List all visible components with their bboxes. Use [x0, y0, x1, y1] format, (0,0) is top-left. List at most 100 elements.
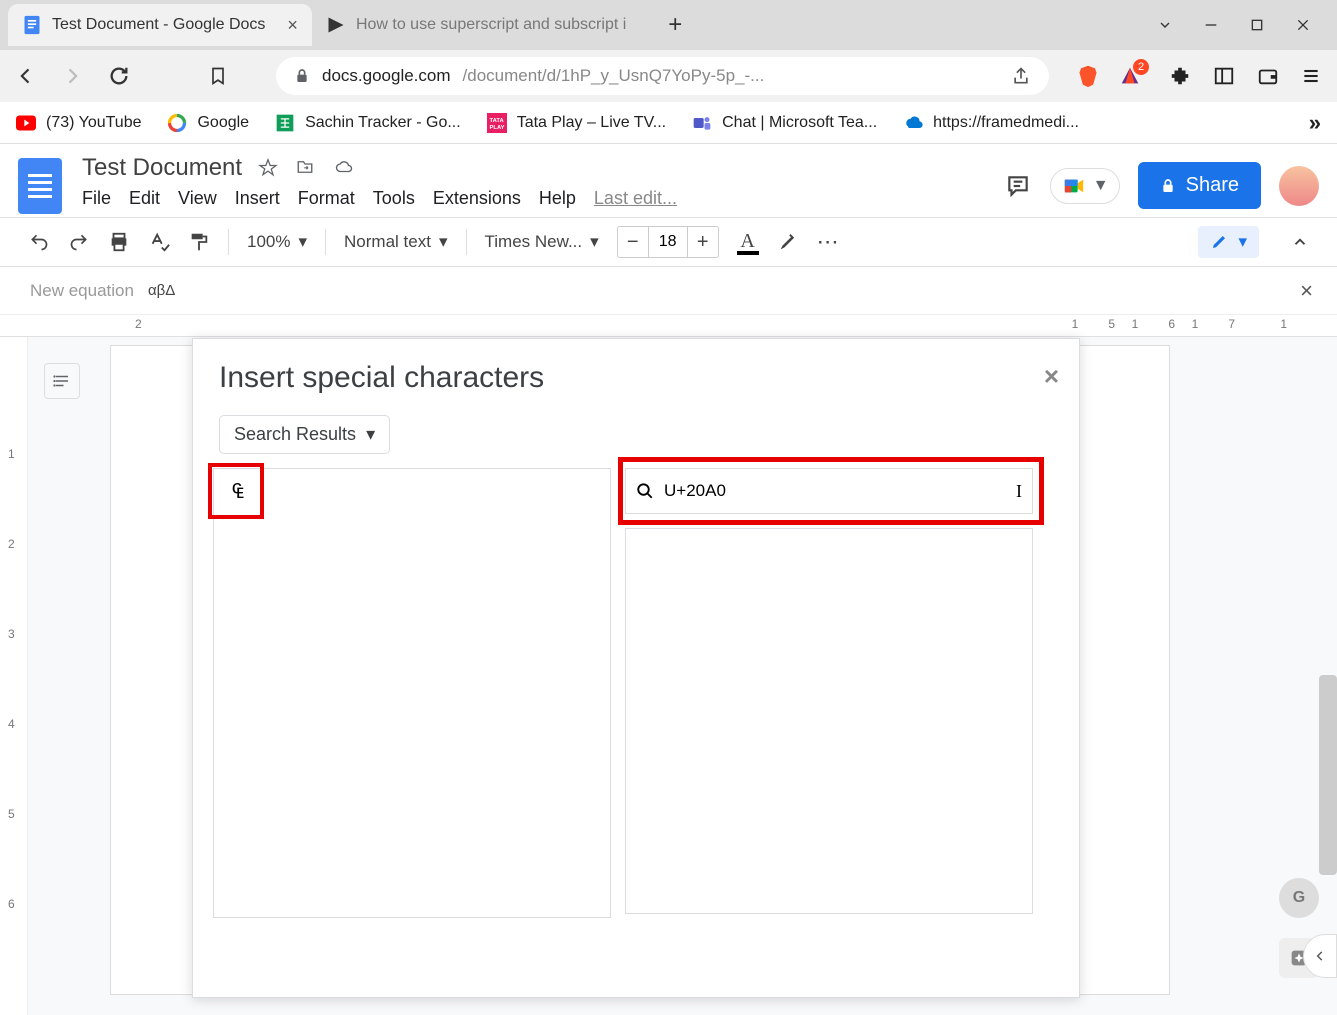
character-results-grid: ₠: [213, 468, 611, 918]
tataplay-icon: TATAPLAY: [487, 113, 507, 133]
tab-close-icon[interactable]: ×: [287, 15, 298, 36]
draw-character-box[interactable]: [625, 528, 1033, 914]
print-icon[interactable]: [108, 231, 130, 253]
docs-title-block: Test Document File Edit View Insert Form…: [82, 154, 677, 217]
undo-icon[interactable]: [28, 232, 50, 252]
maximize-icon[interactable]: [1249, 17, 1265, 33]
editing-mode-button[interactable]: ▾: [1198, 226, 1259, 258]
back-icon[interactable]: [16, 66, 36, 86]
dialog-title: Insert special characters: [193, 339, 1079, 409]
tab-active[interactable]: Test Document - Google Docs ×: [8, 4, 312, 46]
menu-tools[interactable]: Tools: [373, 188, 415, 209]
scrollbar[interactable]: [1319, 675, 1337, 875]
bookmark-teams[interactable]: Chat | Microsoft Tea...: [692, 113, 877, 133]
new-tab-button[interactable]: +: [658, 11, 692, 39]
brave-rewards-icon[interactable]: 2: [1119, 65, 1141, 87]
grammarly-icon[interactable]: G: [1279, 878, 1319, 918]
vertical-ruler[interactable]: 1 2 3 4 5 6: [0, 337, 28, 1015]
brave-shield-icon[interactable]: [1077, 64, 1099, 88]
highlight-color-icon[interactable]: [777, 231, 799, 253]
search-field-wrapper: I: [625, 468, 1033, 514]
move-icon[interactable]: [294, 158, 316, 178]
google-icon: [167, 113, 187, 133]
bookmark-youtube[interactable]: (73) YouTube: [16, 113, 141, 133]
document-title[interactable]: Test Document: [82, 154, 242, 182]
comments-history-icon[interactable]: [1004, 173, 1032, 199]
bookmark-onedrive[interactable]: https://framedmedi...: [903, 113, 1079, 133]
bookmark-tataplay[interactable]: TATAPLAY Tata Play – Live TV...: [487, 113, 666, 133]
increase-font-button[interactable]: +: [688, 227, 718, 257]
horizontal-ruler[interactable]: 2 15 16 17 1: [0, 315, 1337, 337]
menu-file[interactable]: File: [82, 188, 111, 209]
chevron-down-icon: ▾: [1238, 232, 1247, 252]
url-path: /document/d/1hP_y_UsnQ7YoPy-5p_-...: [463, 66, 765, 86]
collapse-toolbar-icon[interactable]: [1291, 233, 1309, 251]
menu-insert[interactable]: Insert: [235, 188, 280, 209]
category-dropdown[interactable]: Search Results ▾: [219, 415, 390, 454]
extensions-icon[interactable]: [1169, 65, 1191, 87]
lock-icon: [1160, 177, 1176, 195]
bookmark-google[interactable]: Google: [167, 113, 249, 133]
meet-button[interactable]: ▼: [1050, 168, 1120, 204]
url-bar[interactable]: docs.google.com/document/d/1hP_y_UsnQ7Yo…: [276, 57, 1049, 95]
close-dialog-icon[interactable]: ×: [1044, 361, 1059, 392]
bookmark-label: Chat | Microsoft Tea...: [722, 114, 877, 132]
bookmark-label: Google: [197, 114, 249, 132]
share-button[interactable]: Share: [1138, 162, 1261, 209]
cloud-status-icon[interactable]: [332, 158, 356, 178]
new-equation-label[interactable]: New equation: [30, 281, 134, 301]
paragraph-style-dropdown[interactable]: Normal text▾: [344, 232, 447, 252]
zoom-value: 100%: [247, 232, 290, 252]
sidebar-icon[interactable]: [1213, 65, 1235, 87]
redo-icon[interactable]: [68, 232, 90, 252]
close-equation-bar-icon[interactable]: ×: [1300, 278, 1313, 304]
menu-edit[interactable]: Edit: [129, 188, 160, 209]
font-dropdown[interactable]: Times New...▾: [485, 232, 599, 252]
bookmark-label: Tata Play – Live TV...: [517, 114, 666, 132]
badge-count: 2: [1133, 59, 1149, 75]
tab-search-icon[interactable]: [1157, 17, 1173, 33]
bookmarks-overflow-icon[interactable]: »: [1309, 110, 1321, 136]
reload-icon[interactable]: [108, 65, 130, 87]
docs-logo-icon[interactable]: [18, 158, 62, 214]
menu-icon[interactable]: [1301, 66, 1321, 86]
svg-text:PLAY: PLAY: [489, 124, 504, 130]
menu-extensions[interactable]: Extensions: [433, 188, 521, 209]
minimize-icon[interactable]: [1203, 17, 1219, 33]
equation-symbols[interactable]: αβΔ: [148, 282, 175, 299]
docs-toolbar: 100% ▾ Normal text▾ Times New...▾ − + A ⋯…: [0, 217, 1337, 267]
url-host: docs.google.com: [322, 66, 451, 86]
text-color-button[interactable]: A: [737, 230, 759, 255]
menu-format[interactable]: Format: [298, 188, 355, 209]
bookmark-sheets[interactable]: Sachin Tracker - Go...: [275, 113, 461, 133]
close-window-icon[interactable]: [1295, 17, 1311, 33]
chevron-down-icon: ▾: [298, 232, 307, 252]
youtube-icon: [16, 113, 36, 133]
last-edit-link[interactable]: Last edit...: [594, 188, 677, 209]
font-size-input[interactable]: [648, 227, 688, 257]
bookmark-icon[interactable]: [208, 65, 228, 87]
menu-view[interactable]: View: [178, 188, 217, 209]
document-outline-button[interactable]: [44, 363, 80, 399]
bookmark-label: Sachin Tracker - Go...: [305, 114, 461, 132]
browser-chrome: Test Document - Google Docs × How to use…: [0, 0, 1337, 144]
spellcheck-icon[interactable]: [148, 231, 170, 253]
zoom-dropdown[interactable]: 100% ▾: [247, 232, 307, 252]
bookmarks-bar: (73) YouTube Google Sachin Tracker - Go.…: [0, 102, 1337, 144]
nav-buttons: [16, 65, 130, 87]
decrease-font-button[interactable]: −: [618, 227, 648, 257]
svg-text:TATA: TATA: [489, 118, 504, 124]
wallet-icon[interactable]: [1257, 65, 1279, 87]
star-icon[interactable]: [258, 158, 278, 178]
window-controls: [1157, 17, 1329, 33]
onedrive-icon: [903, 113, 923, 133]
account-avatar[interactable]: [1279, 166, 1319, 206]
share-url-icon[interactable]: [1011, 66, 1031, 86]
menu-help[interactable]: Help: [539, 188, 576, 209]
equation-toolbar: New equation αβΔ ×: [0, 267, 1337, 315]
forward-icon: [62, 66, 82, 86]
more-toolbar-icon[interactable]: ⋯: [817, 229, 841, 255]
tab-inactive[interactable]: How to use superscript and subscript i: [312, 4, 640, 46]
paint-format-icon[interactable]: [188, 231, 210, 253]
site-favicon: [326, 15, 346, 35]
